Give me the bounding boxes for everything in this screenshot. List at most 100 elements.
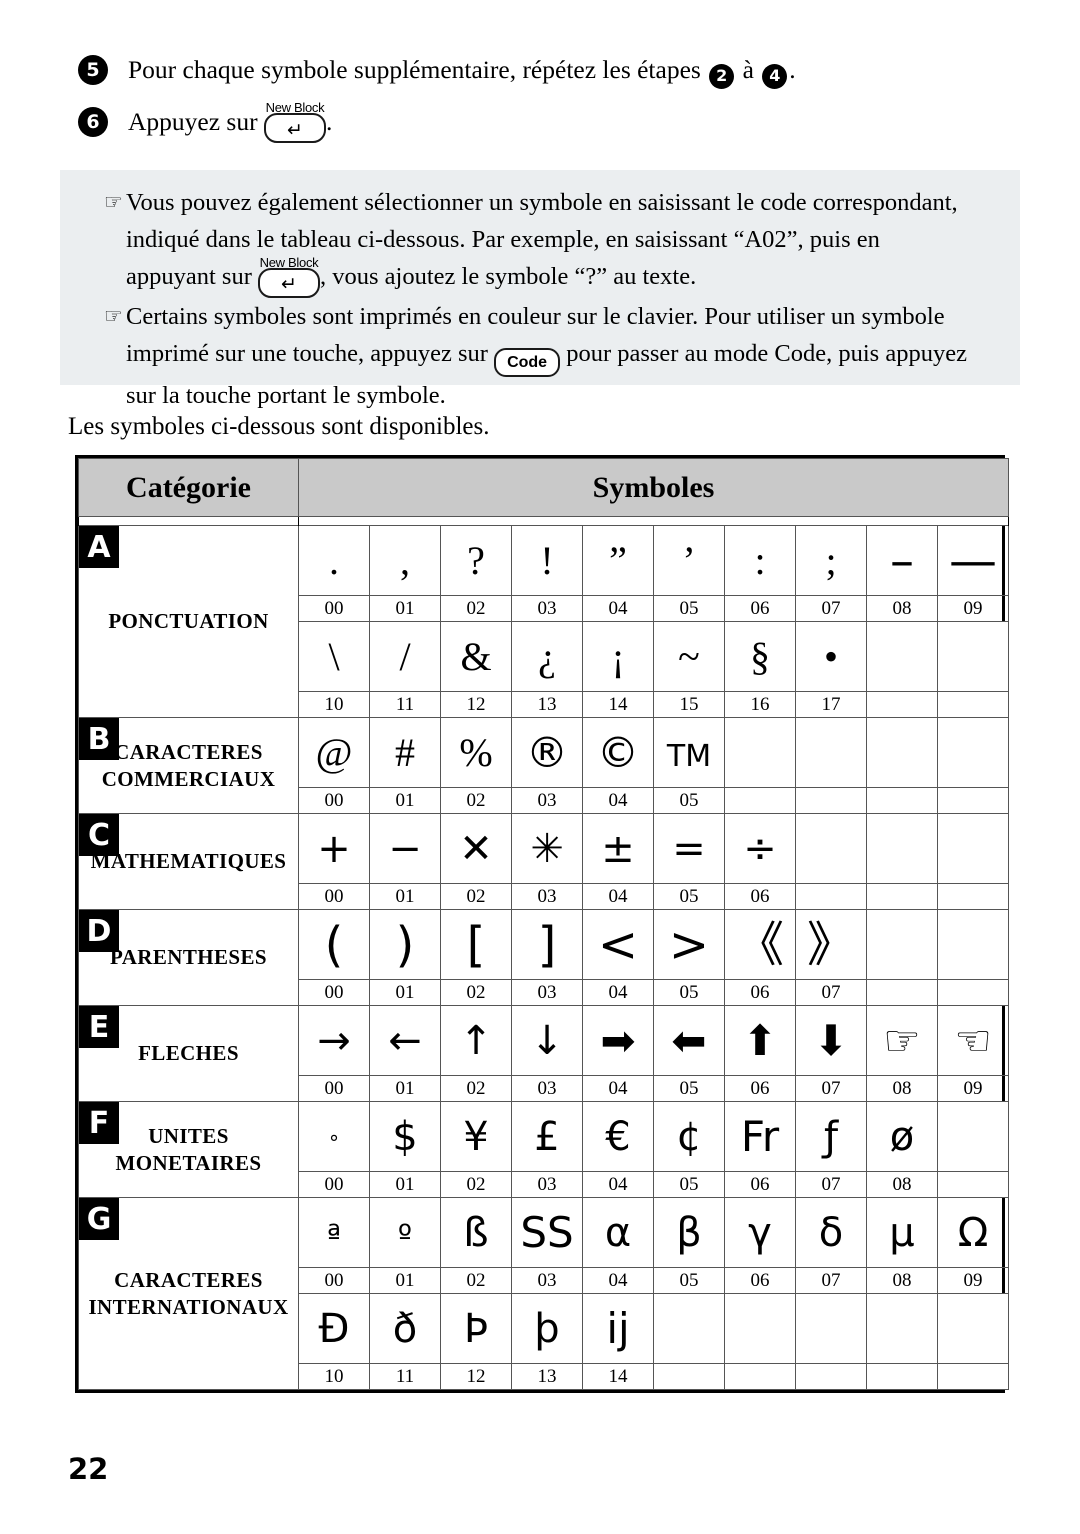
symbol-cell: • [795, 621, 867, 692]
symbol-code-cell: 17 [795, 691, 867, 718]
symbol-glyph: / [399, 633, 411, 679]
symbol-cell: Ω [936, 1197, 1010, 1268]
symbol-glyph: ; [825, 537, 837, 583]
symbol-glyph: ( [324, 916, 344, 973]
symbol-glyph: 《 [735, 916, 784, 973]
symbol-cell: ¡ [582, 621, 654, 692]
empty-cell [866, 883, 938, 910]
symbol-glyph: • [823, 633, 838, 679]
symbol-row: G CARACTERES INTERNATIONAUX ª º ß SS α β γ δ μ Ω [78, 1197, 1010, 1390]
symbol-glyph: ! [540, 537, 554, 583]
category-cell-d: D PARENTHESES [78, 909, 299, 1006]
symbol-code-cell: 02 [440, 1075, 512, 1102]
symbol-cell: Þ [440, 1293, 512, 1364]
symbol-row: F UNITES MONETAIRES ° $ ¥ £ € ¢ Fr ƒ ø [78, 1101, 1010, 1198]
step-5-text-after: . [789, 55, 796, 84]
symbol-glyph: \ [328, 633, 340, 679]
symbol-glyph: ¡ [611, 633, 625, 679]
symbol-cell: £ [511, 1101, 583, 1172]
symbol-code-cell: 02 [440, 1267, 512, 1294]
symbol-cell: 》 [795, 909, 867, 980]
symbol-glyph: º [397, 1218, 413, 1254]
symbol-cell: Fr [724, 1101, 796, 1172]
symbol-code-cell: 03 [511, 979, 583, 1006]
empty-cell [936, 813, 1010, 884]
symbol-glyph: μ [889, 1209, 915, 1256]
symbol-row: E FLECHES → ← ↑ ↓ ➡ ⬅ ⬆ ⬇ ☞ ☜ [78, 1005, 1010, 1102]
symbol-glyph: ↓ [530, 1017, 564, 1064]
category-letter-badge: G [79, 1198, 119, 1240]
empty-cell [795, 883, 867, 910]
symbol-glyph: ” [609, 537, 627, 583]
symbol-glyph: TM [666, 738, 712, 774]
note-item-2: ☞ Certains symboles sont imprimés en cou… [82, 298, 998, 414]
symbol-glyph: SS [520, 1207, 574, 1257]
symbol-code-cell: 12 [440, 691, 512, 718]
note-line: Certains symboles sont imprimés en coule… [126, 303, 945, 330]
symbol-code-cell: 07 [795, 1171, 867, 1198]
symbol-glyph: ¢ [676, 1113, 702, 1160]
symbol-glyph: ⬅ [671, 1015, 707, 1065]
symbol-code-cell: 03 [511, 1075, 583, 1102]
empty-cell [653, 1293, 725, 1364]
manual-page: 5 Pour chaque symbole supplémentaire, ré… [0, 0, 1080, 1534]
symbol-code-cell: 08 [866, 1075, 938, 1102]
symbol-code-cell: 03 [511, 1171, 583, 1198]
symbol-glyph: + [317, 825, 351, 872]
symbol-code-cell: 08 [866, 1267, 938, 1294]
symbol-cell: > [653, 909, 725, 980]
symbol-code-cell: 01 [369, 1075, 441, 1102]
step-6-text: Appuyez sur New Block ↵. [128, 100, 332, 144]
symbol-code-cell: 06 [724, 1267, 796, 1294]
category-letter-badge: D [79, 910, 119, 952]
symbol-cell: º [369, 1197, 441, 1268]
empty-cell [724, 717, 796, 788]
symbol-glyph: $ [392, 1113, 418, 1160]
symbol-cell: + [298, 813, 370, 884]
symbol-code-cell: 01 [369, 1171, 441, 1198]
note-line-before-key: appuyant sur [126, 263, 252, 290]
empty-cell [936, 1101, 1010, 1172]
symbol-glyph: ☞ [883, 1015, 921, 1065]
empty-cell [724, 1363, 796, 1390]
symbol-code-cell: 06 [724, 1171, 796, 1198]
symbol-glyph: £ [534, 1113, 560, 1160]
symbol-code-cell: 02 [440, 883, 512, 910]
symbol-code-cell: 01 [369, 787, 441, 814]
empty-cell [795, 787, 867, 814]
symbol-glyph: ± [601, 825, 635, 872]
empty-cell [936, 909, 1010, 980]
symbol-glyph: ¥ [463, 1113, 489, 1160]
note-line: Vous pouvez également sélectionner un sy… [126, 189, 958, 216]
symbol-glyph: @ [315, 729, 353, 775]
symbol-glyph: ¿ [538, 633, 556, 679]
symbol-code-cell: 01 [369, 595, 441, 622]
symbol-glyph: β [676, 1209, 702, 1256]
symbol-cell: ƒ [795, 1101, 867, 1172]
category-cell-c: C MATHEMATIQUES [78, 813, 299, 910]
symbol-cell: ! [511, 525, 583, 596]
header-spacer-row [78, 516, 1010, 526]
inline-step-badge-2: 2 [709, 63, 735, 89]
symbol-code-cell: 11 [369, 691, 441, 718]
symbol-glyph: € [605, 1113, 631, 1160]
symbol-cell: < [582, 909, 654, 980]
symbol-cell: # [369, 717, 441, 788]
step-6: 6 Appuyez sur New Block ↵. [78, 100, 1028, 146]
code-key-label: Code [507, 354, 548, 371]
symbol-glyph: Ω [957, 1209, 989, 1256]
empty-cell [866, 787, 938, 814]
symbol-glyph: ð [392, 1305, 418, 1352]
symbol-code-cell: 14 [582, 691, 654, 718]
empty-cell [866, 979, 938, 1006]
step-5-text-before: Pour chaque symbole supplémentaire, répé… [128, 55, 701, 84]
table-header: Catégorie Symboles [78, 458, 1010, 526]
symbol-row: B CARACTERES COMMERCIAUX @ #% ® © TM [78, 717, 1010, 814]
category-cell-e: E FLECHES [78, 1005, 299, 1102]
symbol-row: C MATHEMATIQUES + − ✕ ✳ ± = ÷ [78, 813, 1010, 910]
note-line: sur la touche portant le symbole. [126, 382, 446, 409]
symbol-glyph: Fr [740, 1111, 780, 1161]
empty-cell [866, 813, 938, 884]
symbol-cell: ⬇ [795, 1005, 867, 1076]
note-line-before-key: imprimé sur une touche, appuyez sur [126, 340, 488, 367]
